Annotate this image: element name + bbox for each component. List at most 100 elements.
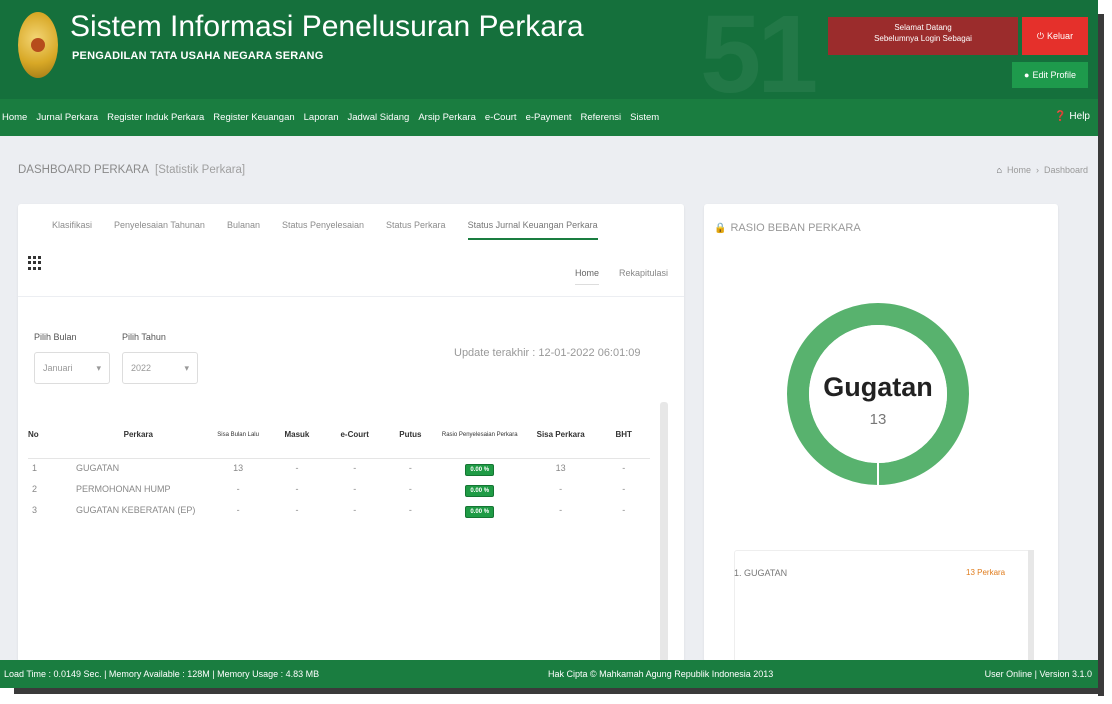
tab-status-jurnal-keuangan[interactable]: Status Jurnal Keuangan Perkara (467, 220, 598, 240)
cell-ecourt: - (353, 462, 357, 473)
view-subtabs: Home Rekapitulasi (574, 268, 668, 285)
nav-item-laporan[interactable]: Laporan (304, 112, 339, 123)
table-header-row: No Perkara Sisa Bulan Lalu Masuk e-Court… (28, 412, 650, 459)
logout-label: Keluar (1047, 31, 1074, 41)
subtab-home[interactable]: Home (574, 268, 599, 285)
lock-icon: 🔒 (714, 222, 727, 234)
nav-item-jadwal-sidang[interactable]: Jadwal Sidang (348, 112, 410, 123)
ratio-card-title-text: RASIO BEBAN PERKARA (730, 222, 861, 234)
year-select-value: 2022 (131, 363, 152, 373)
month-select[interactable]: Januari ▾ (34, 352, 110, 384)
divider (18, 296, 684, 297)
chevron-down-icon: ▾ (96, 362, 101, 373)
session-text: Sebelumnya Login Sebagai (874, 34, 972, 43)
cell-masuk: - (295, 462, 299, 473)
chevron-down-icon: ▾ (184, 362, 189, 373)
legend-item-label: 1. GUGATAN (734, 568, 788, 578)
cell-sisa: - (559, 504, 563, 515)
column-header: Putus (385, 412, 436, 459)
cell-perkara: GUGATAN KEBERATAN (EP) (76, 504, 196, 515)
column-header: Perkara (70, 412, 207, 459)
column-header: Sisa Bulan Lalu (206, 412, 270, 459)
help-label: Help (1069, 111, 1090, 122)
cell-rasio: 0.00 % (436, 480, 524, 501)
nav-item-referensi[interactable]: Referensi (581, 112, 622, 123)
ratio-legend (734, 550, 1034, 662)
ratio-card-title: 🔒 RASIO BEBAN PERKARA (714, 222, 861, 234)
cell-sisa: 13 (555, 462, 566, 473)
nav-item-register-induk[interactable]: Register Induk Perkara (107, 112, 204, 123)
statistics-card: Klasifikasi Penyelesaian Tahunan Bulanan… (18, 204, 684, 662)
column-header: No (28, 412, 71, 459)
donut-center-value: 13 (870, 411, 887, 428)
nav-item-home[interactable]: Home (2, 112, 27, 123)
table-scrollbar[interactable] (660, 402, 668, 662)
subtab-rekapitulasi[interactable]: Rekapitulasi (619, 268, 668, 285)
tab-bulanan[interactable]: Bulanan (227, 220, 260, 240)
logout-button[interactable]: ⏻ Keluar (1022, 17, 1088, 55)
cell-perkara: GUGATAN (76, 462, 120, 473)
court-name: PENGADILAN TATA USAHA NEGARA SERANG (72, 50, 324, 62)
legend-scrollbar[interactable] (1028, 550, 1034, 662)
edit-profile-button[interactable]: ● Edit Profile (1012, 62, 1088, 88)
cell-bht: - (622, 462, 626, 473)
footer-version[interactable]: User Online | Version 3.1.0 (985, 669, 1092, 679)
logo-emblem-icon (31, 38, 45, 52)
session-info: Selamat Datang Sebelumnya Login Sebagai (828, 17, 1018, 55)
case-ratio-donut[interactable]: Gugatan 13 (704, 264, 1058, 534)
cell-masuk: - (295, 483, 299, 494)
help-link[interactable]: ❓ Help (1054, 111, 1090, 122)
page-title-small: [Statistik Perkara] (155, 164, 246, 176)
grid-menu-icon[interactable] (28, 256, 42, 270)
month-filter-label: Pilih Bulan (34, 332, 77, 342)
ratio-badge: 0.00 % (465, 463, 495, 476)
nav-item-sistem[interactable]: Sistem (630, 112, 659, 123)
app-header: 51 Sistem Informasi Penelusuran Perkara … (0, 0, 1098, 110)
user-icon: ● (1024, 70, 1030, 80)
tab-status-perkara[interactable]: Status Perkara (386, 220, 446, 240)
nav-item-ecourt[interactable]: e-Court (485, 112, 517, 123)
nav-item-arsip-perkara[interactable]: Arsip Perkara (418, 112, 476, 123)
column-header: Rasio Penyelesaian Perkara (435, 412, 524, 459)
app-footer: Load Time : 0.0149 Sec. | Memory Availab… (0, 660, 1098, 688)
table-row: 2 PERMOHONAN HUMP - - - - 0.00 % - - (28, 480, 650, 501)
window-shadow (14, 688, 1104, 694)
nav-item-epayment[interactable]: e-Payment (526, 112, 572, 123)
court-logo (18, 12, 58, 78)
ratio-badge: 0.00 % (465, 484, 495, 497)
cell-putus: - (408, 462, 412, 473)
case-ratio-card: 🔒 RASIO BEBAN PERKARA Gugatan 13 1. GUGA… (704, 204, 1058, 662)
cell-no: 1 (32, 462, 38, 473)
help-icon: ❓ (1053, 111, 1067, 122)
cell-putus: - (408, 504, 412, 515)
window-shadow (1098, 14, 1104, 696)
table-row: 1 GUGATAN 13 - - - 0.00 % 13 - (28, 458, 650, 480)
cell-ecourt: - (353, 504, 357, 515)
column-header: e-Court (324, 412, 386, 459)
footer-copyright: Hak Cipta © Mahkamah Agung Republik Indo… (548, 669, 774, 679)
nav-item-register-keuangan[interactable]: Register Keuangan (213, 112, 294, 123)
cell-sisa: - (559, 483, 563, 494)
tab-status-penyelesaian[interactable]: Status Penyelesaian (282, 220, 364, 240)
last-update-text: Update terakhir : 12-01-2022 06:01:09 (454, 347, 641, 359)
year-select[interactable]: 2022 ▾ (122, 352, 198, 384)
cell-putus: - (408, 483, 412, 494)
home-icon: ⌂ (996, 165, 1002, 175)
tab-penyelesaian-tahunan[interactable]: Penyelesaian Tahunan (114, 220, 205, 240)
month-select-value: Januari (43, 363, 73, 373)
cell-masuk: - (295, 504, 299, 515)
session-greeting: Selamat Datang (894, 23, 952, 32)
cell-bht: - (622, 504, 626, 515)
tab-klasifikasi[interactable]: Klasifikasi (52, 220, 92, 240)
footer-stats: Load Time : 0.0149 Sec. | Memory Availab… (4, 669, 320, 679)
cell-sisa-lalu: - (236, 504, 240, 515)
app-title: Sistem Informasi Penelusuran Perkara (70, 10, 584, 43)
year-filter-label: Pilih Tahun (122, 332, 166, 342)
breadcrumb-separator: › (1035, 165, 1039, 175)
breadcrumb-home[interactable]: Home (1007, 165, 1031, 175)
donut-center-label: Gugatan (823, 372, 933, 402)
nav-item-jurnal-perkara[interactable]: Jurnal Perkara (36, 112, 98, 123)
cell-ecourt: - (353, 483, 357, 494)
column-header: Masuk (269, 412, 325, 459)
power-icon: ⏻ (1036, 30, 1045, 41)
